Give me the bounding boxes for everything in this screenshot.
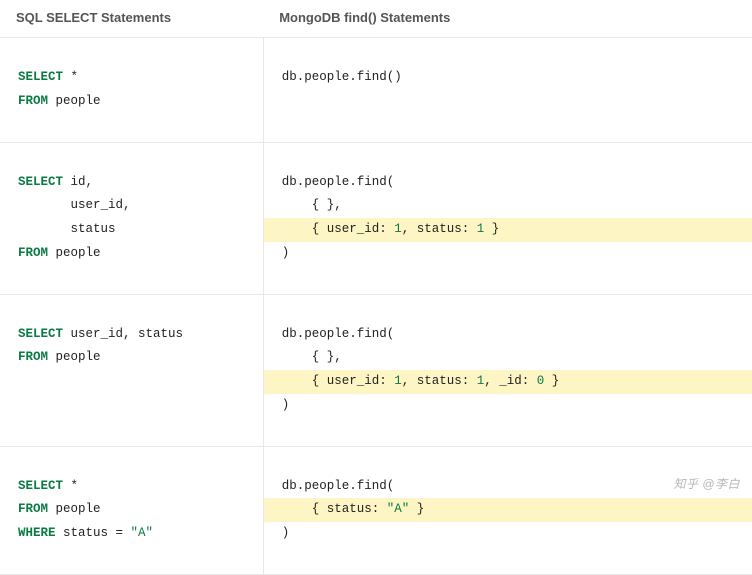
mongo-cell: db.people.find( { status: "A" } ) bbox=[263, 446, 752, 574]
table-row: SELECT * FROM people db.people.find() bbox=[0, 38, 752, 143]
mongo-cell: db.people.find( { }, { user_id: 1, statu… bbox=[263, 294, 752, 446]
comparison-table: SQL SELECT Statements MongoDB find() Sta… bbox=[0, 0, 752, 575]
watermark: 知乎 @李白 bbox=[673, 475, 740, 492]
sql-cell: SELECT * FROM people bbox=[0, 38, 263, 143]
header-mongo: MongoDB find() Statements bbox=[263, 0, 752, 38]
sql-cell: SELECT id, user_id, status FROM people bbox=[0, 142, 263, 294]
table-row: SELECT user_id, status FROM people db.pe… bbox=[0, 294, 752, 446]
table-row: SELECT id, user_id, status FROM people d… bbox=[0, 142, 752, 294]
mongo-cell: db.people.find( { }, { user_id: 1, statu… bbox=[263, 142, 752, 294]
header-sql: SQL SELECT Statements bbox=[0, 0, 263, 38]
sql-cell: SELECT user_id, status FROM people bbox=[0, 294, 263, 446]
sql-cell: SELECT * FROM people WHERE status = "A" bbox=[0, 446, 263, 574]
table-row: SELECT * FROM people WHERE status = "A" … bbox=[0, 446, 752, 574]
mongo-cell: db.people.find() bbox=[263, 38, 752, 143]
